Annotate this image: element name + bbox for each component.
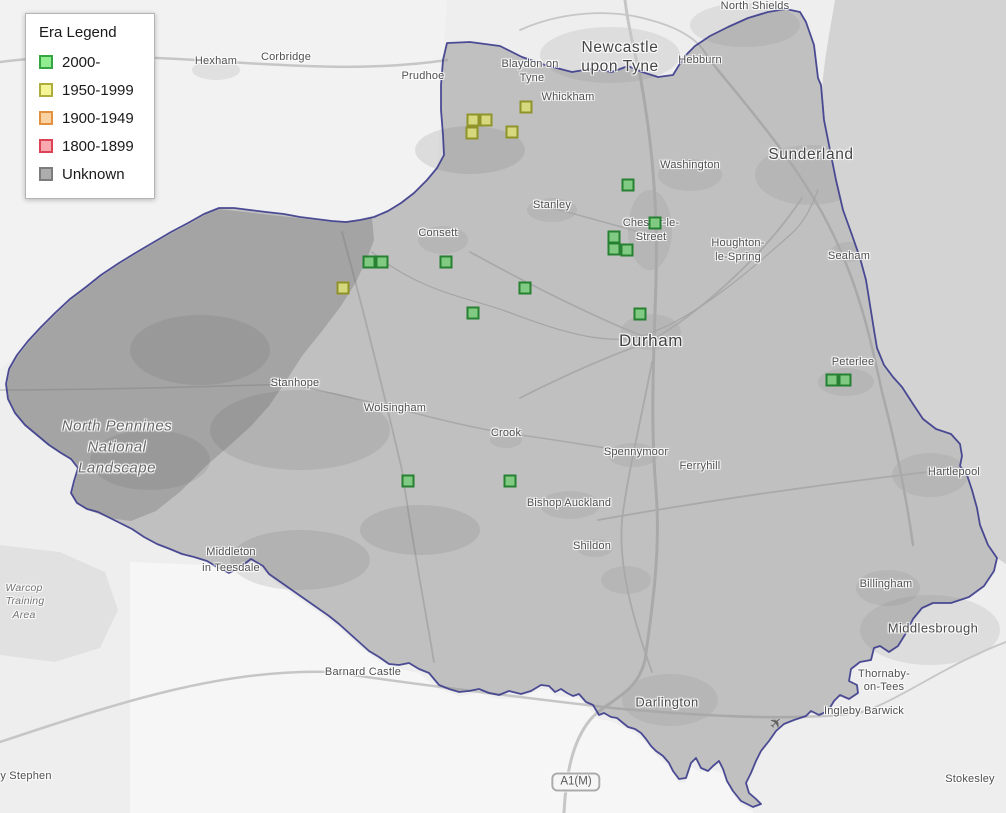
era-marker[interactable]	[439, 255, 453, 269]
legend-swatch-icon	[39, 111, 53, 125]
era-marker[interactable]	[362, 255, 376, 269]
era-marker[interactable]	[620, 243, 634, 257]
legend-item-label: 1950-1999	[62, 81, 134, 99]
era-marker[interactable]	[375, 255, 389, 269]
legend-title: Era Legend	[39, 24, 117, 41]
era-marker[interactable]	[336, 281, 350, 295]
legend-item-label: 2000-	[62, 53, 101, 71]
era-marker[interactable]	[465, 126, 479, 140]
legend-swatch-icon	[39, 83, 53, 97]
road-shield-a1m: A1(M)	[551, 772, 601, 792]
era-marker[interactable]	[633, 307, 647, 321]
era-marker[interactable]	[607, 242, 621, 256]
era-marker[interactable]	[505, 125, 519, 139]
era-marker[interactable]	[518, 281, 532, 295]
era-marker[interactable]	[621, 178, 635, 192]
legend-swatch-icon	[39, 55, 53, 69]
era-marker[interactable]	[479, 113, 493, 127]
legend-item-label: 1900-1949	[62, 109, 134, 127]
era-marker[interactable]	[648, 216, 662, 230]
era-legend: Era Legend 2000- 1950-1999 1900-1949 1800-1…	[25, 13, 155, 199]
warcop-area	[0, 545, 118, 662]
legend-item: 1800-1899	[39, 132, 142, 160]
era-marker[interactable]	[401, 474, 415, 488]
legend-item-label: Unknown	[62, 165, 125, 183]
era-marker[interactable]	[825, 373, 839, 387]
era-marker[interactable]	[466, 113, 480, 127]
legend-swatch-icon	[39, 139, 53, 153]
era-marker[interactable]	[838, 373, 852, 387]
legend-item: 2000-	[39, 48, 142, 76]
legend-item: Unknown	[39, 160, 142, 188]
era-legend-items: 2000- 1950-1999 1900-1949 1800-1899 Unknown	[39, 48, 142, 188]
era-marker[interactable]	[519, 100, 533, 114]
legend-swatch-icon	[39, 167, 53, 181]
era-marker[interactable]	[503, 474, 517, 488]
era-marker[interactable]	[466, 306, 480, 320]
legend-item: 1900-1949	[39, 104, 142, 132]
legend-item: 1950-1999	[39, 76, 142, 104]
legend-item-label: 1800-1899	[62, 137, 134, 155]
map[interactable]: North Shields Newcastle upon Tyne Hebburn He…	[0, 0, 1006, 813]
